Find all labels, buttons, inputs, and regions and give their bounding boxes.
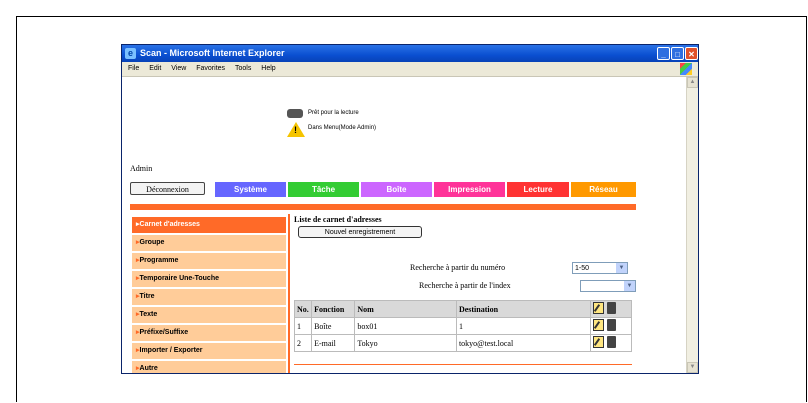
tab-tache[interactable]: Tâche bbox=[288, 182, 359, 197]
minimize-button[interactable]: _ bbox=[657, 47, 670, 60]
sidebar-item-carnet[interactable]: ▸Carnet d'adresses bbox=[132, 217, 286, 233]
sidebar-item-autre[interactable]: ▸Autre bbox=[132, 361, 286, 373]
menu-view[interactable]: View bbox=[171, 65, 186, 72]
status-ready: Prêt pour la lecture bbox=[308, 110, 359, 116]
sidebar-item-programme[interactable]: ▸Programme bbox=[132, 253, 286, 269]
sidebar-item-prefixe[interactable]: ▸Préfixe/Suffixe bbox=[132, 325, 286, 341]
edit-icon[interactable] bbox=[592, 336, 604, 348]
page-content: Prêt pour la lecture Dans Menu(Mode Admi… bbox=[122, 77, 687, 373]
sidebar-item-label: Groupe bbox=[139, 239, 165, 246]
sidebar-item-label: Programme bbox=[139, 257, 179, 264]
user-label: Admin bbox=[130, 164, 153, 173]
cell-nom: Tokyo bbox=[354, 334, 457, 352]
ie-logo-icon: e bbox=[125, 48, 136, 59]
maximize-button[interactable]: □ bbox=[671, 47, 684, 60]
sidebar-item-label: Carnet d'adresses bbox=[139, 221, 200, 228]
trash-icon[interactable] bbox=[606, 336, 616, 348]
vertical-scrollbar[interactable]: ▲ ▼ bbox=[686, 77, 698, 373]
search-index-select[interactable]: ▼ bbox=[580, 280, 636, 292]
table-row: 2 E-mail Tokyo tokyo@test.local bbox=[293, 334, 633, 352]
table-bottom-divider bbox=[294, 364, 632, 365]
cell-nom: box01 bbox=[354, 317, 457, 335]
col-actions bbox=[589, 300, 633, 318]
search-number-label: Recherche à partir du numéro bbox=[410, 263, 506, 272]
printer-icon bbox=[287, 109, 303, 118]
menu-help[interactable]: Help bbox=[261, 65, 275, 72]
table-row: 1 Boîte box01 1 bbox=[293, 317, 633, 335]
search-index-label: Recherche à partir de l'index bbox=[419, 281, 511, 290]
tab-reseau[interactable]: Réseau bbox=[571, 182, 636, 197]
tab-lecture[interactable]: Lecture bbox=[507, 182, 569, 197]
sidebar-item-label: Titre bbox=[139, 293, 155, 300]
sidebar-item-temporaire[interactable]: ▸Temporaire Une-Touche bbox=[132, 271, 286, 287]
windows-flag-icon bbox=[680, 63, 692, 75]
scroll-down-icon[interactable]: ▼ bbox=[687, 362, 698, 373]
search-number-value: 1-50 bbox=[575, 265, 590, 272]
menu-bar: File Edit View Favorites Tools Help bbox=[122, 62, 698, 77]
col-no: No. bbox=[293, 300, 313, 318]
sidebar-item-label: Importer / Exporter bbox=[139, 347, 203, 354]
sidebar-item-label: Texte bbox=[139, 311, 158, 318]
sidebar-item-label: Autre bbox=[139, 365, 158, 372]
trash-icon[interactable] bbox=[606, 302, 616, 314]
address-table: No. Fonction Nom Destination 1 Boîte box… bbox=[293, 300, 633, 352]
cell-actions bbox=[589, 334, 633, 352]
new-entry-button[interactable]: Nouvel enregistrement bbox=[298, 226, 422, 238]
tab-systeme[interactable]: Système bbox=[215, 182, 286, 197]
cell-no: 2 bbox=[293, 334, 313, 352]
chevron-down-icon: ▼ bbox=[624, 281, 635, 291]
cell-destination: 1 bbox=[455, 317, 591, 335]
tab-boite[interactable]: Boîte bbox=[361, 182, 432, 197]
status-mode: Dans Menu(Mode Admin) bbox=[308, 125, 377, 131]
scroll-up-icon[interactable]: ▲ bbox=[687, 77, 698, 88]
table-header-row: No. Fonction Nom Destination bbox=[293, 300, 633, 318]
browser-window: e Scan - Microsoft Internet Explorer _ □… bbox=[121, 44, 699, 374]
window-title: Scan - Microsoft Internet Explorer bbox=[140, 48, 285, 58]
menu-edit[interactable]: Edit bbox=[149, 65, 161, 72]
title-bar[interactable]: e Scan - Microsoft Internet Explorer _ □… bbox=[122, 45, 698, 62]
col-destination: Destination bbox=[455, 300, 591, 318]
edit-icon[interactable] bbox=[592, 302, 604, 314]
chevron-down-icon: ▼ bbox=[616, 263, 627, 273]
sidebar: ▸Carnet d'adresses ▸Groupe ▸Programme ▸T… bbox=[132, 217, 286, 373]
sidebar-divider bbox=[288, 214, 290, 373]
menu-tools[interactable]: Tools bbox=[235, 65, 251, 72]
header-divider bbox=[130, 204, 636, 210]
logout-button[interactable]: Déconnexion bbox=[130, 182, 205, 195]
col-fonction: Fonction bbox=[311, 300, 356, 318]
cell-destination: tokyo@test.local bbox=[455, 334, 591, 352]
warning-icon bbox=[287, 122, 305, 137]
edit-icon[interactable] bbox=[592, 319, 604, 331]
sidebar-item-titre[interactable]: ▸Titre bbox=[132, 289, 286, 305]
col-nom: Nom bbox=[354, 300, 457, 318]
sidebar-item-groupe[interactable]: ▸Groupe bbox=[132, 235, 286, 251]
sidebar-item-texte[interactable]: ▸Texte bbox=[132, 307, 286, 323]
sidebar-item-label: Préfixe/Suffixe bbox=[139, 329, 189, 336]
sidebar-item-label: Temporaire Une-Touche bbox=[139, 275, 219, 282]
cell-actions bbox=[589, 317, 633, 335]
cell-no: 1 bbox=[293, 317, 313, 335]
cell-fonction: Boîte bbox=[311, 317, 356, 335]
search-number-select[interactable]: 1-50 ▼ bbox=[572, 262, 628, 274]
menu-file[interactable]: File bbox=[128, 65, 139, 72]
cell-fonction: E-mail bbox=[311, 334, 356, 352]
menu-favorites[interactable]: Favorites bbox=[196, 65, 225, 72]
trash-icon[interactable] bbox=[606, 319, 616, 331]
tab-impression[interactable]: Impression bbox=[434, 182, 505, 197]
close-button[interactable]: ✕ bbox=[685, 47, 698, 60]
sidebar-item-importer[interactable]: ▸Importer / Exporter bbox=[132, 343, 286, 359]
page-title: Liste de carnet d'adresses bbox=[294, 215, 382, 224]
